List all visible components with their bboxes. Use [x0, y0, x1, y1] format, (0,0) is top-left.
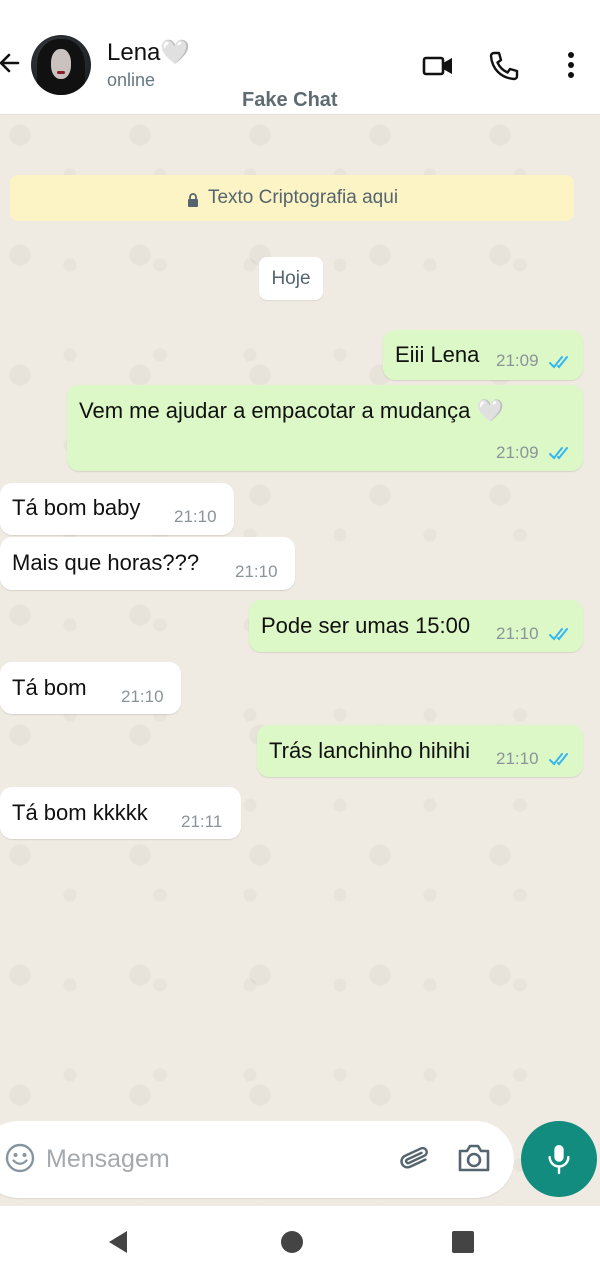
message-bubble-incoming[interactable]: Tá bom baby 21:10 [0, 483, 234, 535]
back-arrow-icon[interactable] [0, 48, 22, 78]
message-bubble-outgoing[interactable]: Trás lanchinho hihihi 21:10 [257, 725, 583, 777]
message-text: Pode ser umas 15:00 [261, 613, 471, 638]
nav-recents-icon[interactable] [449, 1228, 477, 1256]
system-navigation-bar [0, 1206, 600, 1278]
message-time: 21:09 [496, 443, 539, 462]
nav-home-icon[interactable] [278, 1228, 306, 1256]
message-text: Eiii Lena [395, 342, 480, 367]
emoji-icon[interactable] [5, 1143, 35, 1173]
message-bubble-incoming[interactable]: Mais que horas??? 21:10 [0, 537, 295, 590]
contact-avatar[interactable] [31, 35, 91, 95]
message-bubble-incoming[interactable]: Tá bom 21:10 [0, 662, 181, 714]
message-text: Trás lanchinho hihihi [269, 738, 470, 763]
message-input[interactable]: Mensagem [46, 1145, 170, 1174]
message-time: 21:10 [174, 507, 217, 526]
message-time: 21:10 [235, 562, 278, 581]
read-receipt-icon [549, 356, 568, 369]
video-call-icon[interactable] [422, 50, 454, 82]
message-text: Mais que horas??? [12, 550, 200, 575]
phone-icon[interactable] [488, 50, 520, 82]
mic-icon [548, 1145, 570, 1175]
app-subtitle: Fake Chat [242, 89, 338, 111]
message-text: Tá bom kkkkk [12, 800, 148, 825]
contact-status: online [107, 70, 156, 90]
read-receipt-icon [549, 753, 568, 766]
read-receipt-icon [549, 447, 568, 460]
more-vertical-icon[interactable] [555, 50, 587, 82]
message-bubble-outgoing[interactable]: Pode ser umas 15:00 21:10 [249, 600, 583, 652]
message-time: 21:09 [496, 351, 539, 370]
message-time: 21:11 [181, 812, 223, 831]
encryption-notice[interactable]: Texto Criptografia aqui [10, 175, 574, 221]
heart-emoji: 🤍 [160, 39, 191, 66]
contact-name-text: Lena [107, 39, 161, 66]
message-bubble-outgoing[interactable]: Eiii Lena 21:09 [383, 330, 583, 380]
lock-icon [186, 191, 200, 207]
attach-icon[interactable] [398, 1142, 432, 1176]
contact-name[interactable]: Lena🤍 [107, 38, 190, 67]
message-bubble-outgoing[interactable]: Vem me ajudar a empacotar a mudança 🤍 21… [67, 385, 583, 471]
chat-header: Lena🤍 online Fake Chat [0, 0, 600, 115]
message-text: Vem me ajudar a empacotar a mudança 🤍 [79, 398, 504, 423]
message-text: Tá bom baby [12, 495, 141, 520]
mic-button[interactable] [521, 1121, 597, 1197]
message-text: Tá bom [12, 675, 87, 700]
date-separator: Hoje [259, 257, 323, 300]
read-receipt-icon [549, 628, 568, 641]
message-time: 21:10 [496, 749, 539, 768]
camera-icon[interactable] [456, 1141, 492, 1175]
nav-back-icon[interactable] [105, 1228, 133, 1256]
encryption-text: Texto Criptografia aqui [207, 187, 399, 208]
message-bubble-incoming[interactable]: Tá bom kkkkk 21:11 [0, 787, 241, 839]
message-time: 21:10 [121, 687, 164, 706]
message-time: 21:10 [496, 624, 539, 643]
